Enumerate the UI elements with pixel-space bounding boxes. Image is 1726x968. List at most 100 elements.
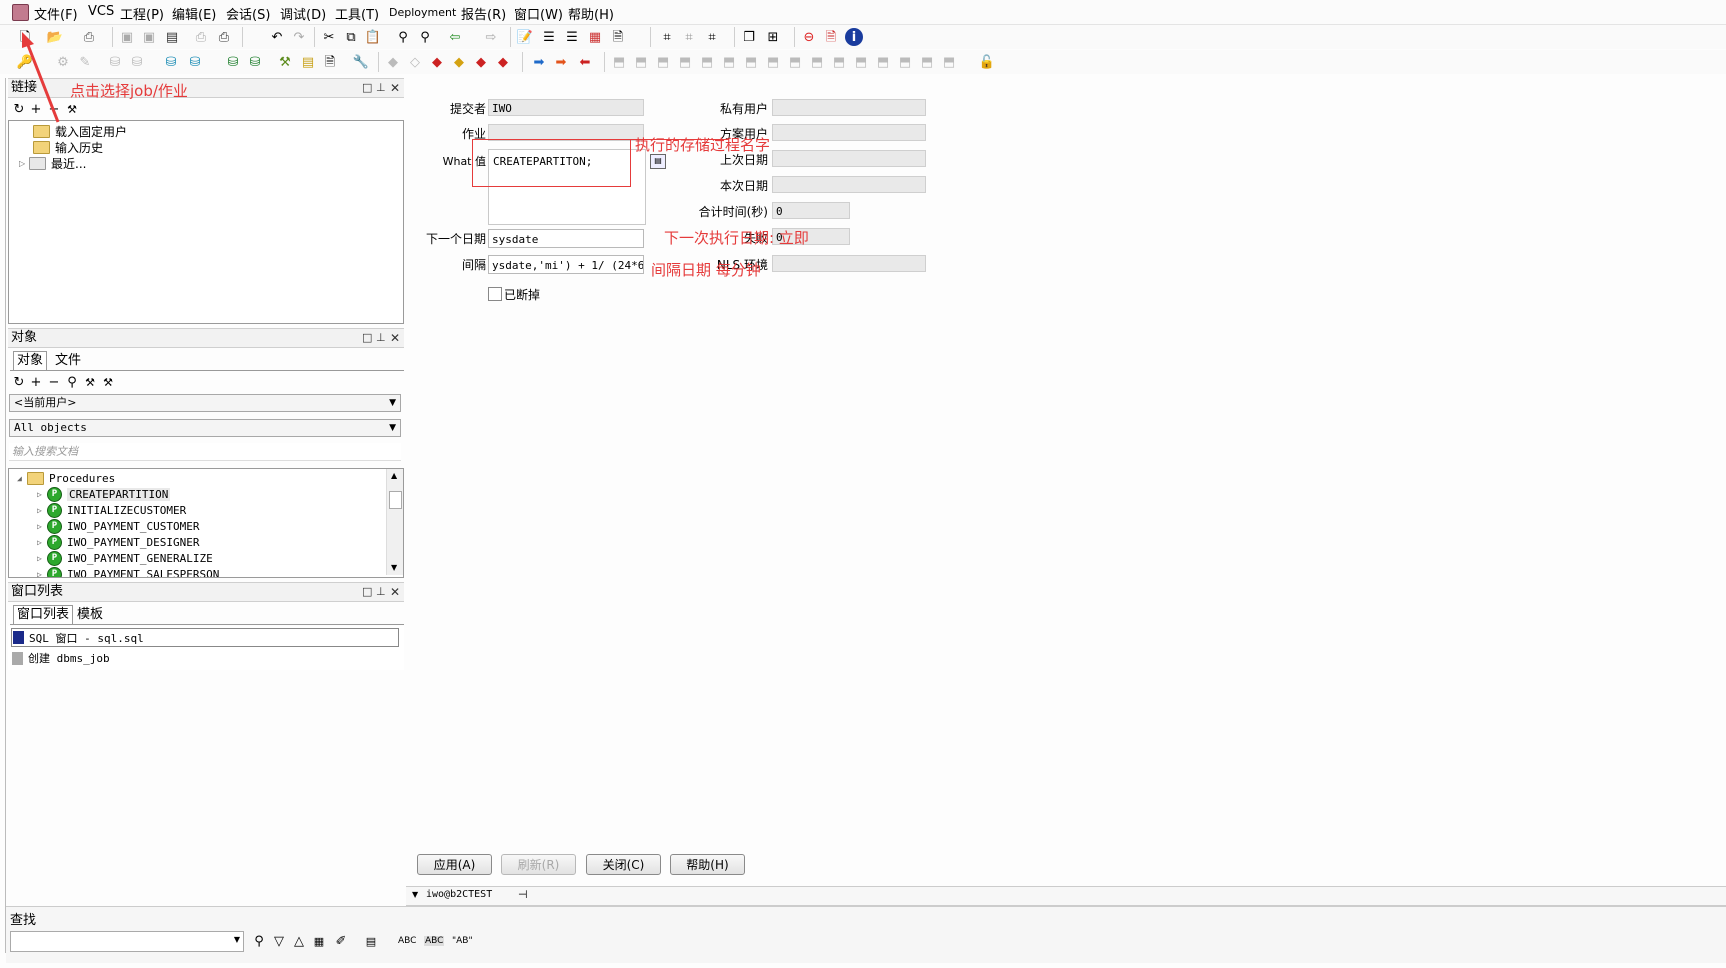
chart-icon[interactable]: ▤: [299, 53, 317, 71]
window-cascade-icon[interactable]: ❐: [740, 28, 758, 46]
print-setup-icon[interactable]: ⎙: [80, 28, 98, 46]
find-replace-icon[interactable]: ⚲: [416, 28, 434, 46]
unindent-icon[interactable]: ☰: [563, 28, 581, 46]
find-icon[interactable]: ⚲: [250, 932, 268, 950]
ext-tool-10-icon[interactable]: ⬒: [808, 53, 826, 71]
tab-files[interactable]: 文件: [52, 352, 84, 370]
ext-tool-13-icon[interactable]: ⬒: [874, 53, 892, 71]
ext-tool-7-icon[interactable]: ⬒: [742, 53, 760, 71]
type-select[interactable]: All objects ▼: [9, 419, 401, 437]
tree-item-procedure[interactable]: ▷ P IWO_PAYMENT_GENERALIZE: [37, 551, 213, 566]
object-search-input[interactable]: 输入搜索文档: [9, 443, 401, 461]
disconnect-icon[interactable]: ⌗: [680, 28, 698, 46]
whole-word-toggle[interactable]: ABC: [424, 936, 445, 946]
filter-icon[interactable]: ⚒: [81, 373, 99, 391]
export-icon[interactable]: ⇨: [482, 28, 500, 46]
find-icon[interactable]: ⚲: [63, 373, 81, 391]
menu-window[interactable]: 窗口(W): [514, 4, 563, 23]
eraser-icon[interactable]: ✐: [332, 932, 350, 950]
tree-item-history[interactable]: 输入历史: [33, 139, 103, 156]
save-all-icon[interactable]: ▤: [163, 28, 181, 46]
tab-objects[interactable]: 对象: [13, 351, 48, 370]
interval-input[interactable]: ysdate,'mi') + 1/ (24*60): [488, 255, 644, 274]
tree-item-procedure[interactable]: ▷ P IWO_PAYMENT_CUSTOMER: [37, 519, 199, 534]
collapse-icon[interactable]: ◢: [17, 474, 27, 483]
print-preview-icon[interactable]: ⎙: [215, 28, 233, 46]
db-sql-icon[interactable]: ⛁: [186, 53, 204, 71]
broken-checkbox[interactable]: [488, 287, 502, 301]
scroll-up-icon[interactable]: ▲: [391, 471, 397, 480]
float-icon[interactable]: □: [362, 79, 372, 97]
ext-tool-6-icon[interactable]: ⬒: [720, 53, 738, 71]
tool-f-icon[interactable]: ◆: [494, 53, 512, 71]
menu-tools[interactable]: 工具(T): [335, 4, 379, 23]
tree-item-procedure[interactable]: ▷ P INITIALIZECUSTOMER: [37, 503, 186, 518]
remove-icon[interactable]: −: [45, 373, 63, 391]
close-icon[interactable]: ✕: [390, 583, 400, 601]
lock-icon[interactable]: 🔓: [978, 53, 996, 71]
compile-icon[interactable]: ▦: [586, 28, 604, 46]
connection-label[interactable]: iwo@b2CTEST: [426, 889, 492, 900]
report-icon[interactable]: 🗎: [321, 53, 339, 71]
scroll-thumb[interactable]: [389, 491, 402, 509]
menu-reports[interactable]: 报告(R): [461, 4, 506, 23]
db-green-icon[interactable]: ⛁: [224, 53, 242, 71]
help-button[interactable]: 帮助(H): [670, 854, 745, 875]
find-icon[interactable]: ⚲: [394, 28, 412, 46]
ext-tool-15-icon[interactable]: ⬒: [918, 53, 936, 71]
print-icon[interactable]: ⎙: [192, 28, 210, 46]
tab-templates[interactable]: 模板: [74, 606, 106, 624]
apply-button[interactable]: 应用(A): [417, 854, 492, 875]
owner-select[interactable]: <当前用户> ▼: [9, 394, 401, 412]
db-commit-icon[interactable]: ⛁: [106, 53, 124, 71]
expand-icon[interactable]: ▷: [37, 522, 47, 531]
tree-item-recent[interactable]: ▷ 最近...: [19, 155, 86, 172]
window-tile-icon[interactable]: ⊞: [764, 28, 782, 46]
regex-toggle[interactable]: "AB": [452, 936, 473, 946]
indent-icon[interactable]: ☰: [540, 28, 558, 46]
menu-file[interactable]: 文件(F): [34, 4, 78, 23]
tab-window-list[interactable]: 窗口列表: [13, 605, 74, 624]
expand-icon[interactable]: ▷: [37, 490, 47, 499]
ext-tool-4-icon[interactable]: ⬒: [676, 53, 694, 71]
expand-icon[interactable]: ▷: [37, 538, 47, 547]
ext-tool-16-icon[interactable]: ⬒: [940, 53, 958, 71]
tree-item-procedure[interactable]: ▷ P IWO_PAYMENT_SALESPERSON: [37, 567, 219, 577]
ext-tool-9-icon[interactable]: ⬒: [786, 53, 804, 71]
menu-edit[interactable]: 编辑(E): [172, 4, 216, 23]
ext-tool-14-icon[interactable]: ⬒: [896, 53, 914, 71]
find-input[interactable]: ▼: [10, 931, 244, 952]
pdf-icon[interactable]: 🗎: [822, 28, 840, 46]
window-list-item[interactable]: SQL 窗口 - sql.sql: [11, 628, 399, 647]
chevron-down-icon[interactable]: ▼: [234, 935, 240, 944]
redo-icon[interactable]: ↷: [290, 28, 308, 46]
explain-icon[interactable]: ⚒: [276, 53, 294, 71]
scroll-down-icon[interactable]: ▼: [391, 563, 397, 572]
expand-icon[interactable]: ▷: [37, 554, 47, 563]
execute-script-icon[interactable]: 📝: [516, 28, 534, 46]
menu-help[interactable]: 帮助(H): [568, 4, 614, 23]
window-list-item[interactable]: 创建 dbms_job: [11, 650, 110, 666]
menu-debug[interactable]: 调试(D): [280, 4, 326, 23]
db-rollback-icon[interactable]: ⛁: [128, 53, 146, 71]
ext-tool-2-icon[interactable]: ⬒: [632, 53, 650, 71]
chevron-down-icon[interactable]: ▼: [412, 890, 418, 899]
db-red-icon[interactable]: ⛁: [246, 53, 264, 71]
ext-tool-1-icon[interactable]: ⬒: [610, 53, 628, 71]
tools-icon[interactable]: ⚒: [99, 373, 117, 391]
tree-item-procedure[interactable]: ▷ P CREATEPARTITION: [37, 487, 171, 502]
arrow-right-blue-icon[interactable]: ➡: [530, 53, 548, 71]
menu-deployment[interactable]: Deployment: [389, 6, 456, 19]
session-icon[interactable]: ⌗: [703, 28, 721, 46]
tool-a-icon[interactable]: ◆: [384, 53, 402, 71]
find-prev-icon[interactable]: △: [290, 932, 308, 950]
copy-icon[interactable]: ⧉: [342, 28, 360, 46]
menu-session[interactable]: 会话(S): [226, 4, 270, 23]
tool-c-icon[interactable]: ◆: [428, 53, 446, 71]
arrow-right-red-icon[interactable]: ➡: [552, 53, 570, 71]
menu-project[interactable]: 工程(P): [120, 4, 164, 23]
ext-tool-11-icon[interactable]: ⬒: [830, 53, 848, 71]
undo-icon[interactable]: ↶: [268, 28, 286, 46]
close-icon[interactable]: ✕: [390, 329, 400, 347]
pin-icon[interactable]: ⊥: [376, 79, 386, 97]
